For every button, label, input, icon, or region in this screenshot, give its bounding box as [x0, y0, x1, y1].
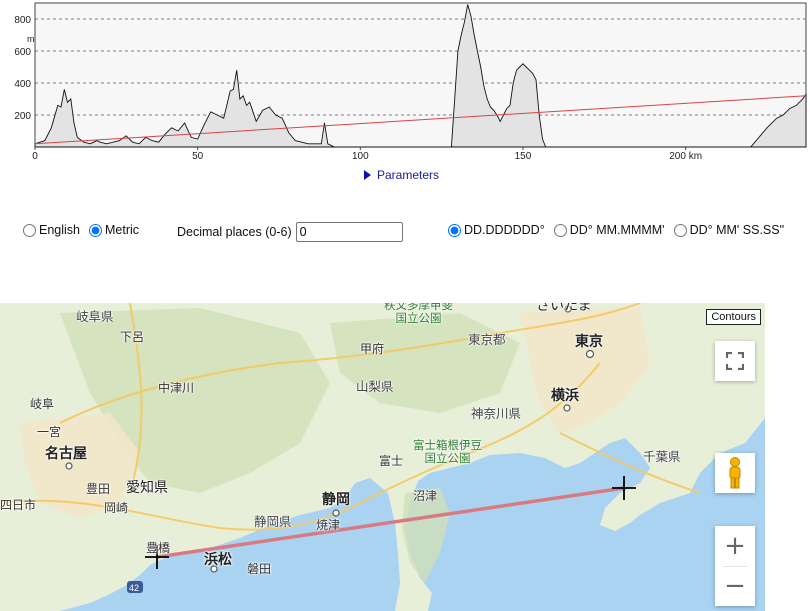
- unit-options: English Metric: [23, 223, 148, 237]
- label-shimoro: 下呂: [120, 330, 145, 344]
- route-number: 42: [129, 583, 139, 593]
- english-label: English: [39, 223, 80, 237]
- parameters-toggle[interactable]: Parameters: [364, 167, 439, 183]
- label-fuji-hakone-park: 富士箱根伊豆 国立公園: [413, 440, 482, 466]
- english-radio[interactable]: [23, 223, 36, 237]
- label-shizuoka: 静岡: [322, 491, 350, 507]
- label-toyohashi: 豊橋: [146, 541, 171, 555]
- format-ddmm-radio[interactable]: [553, 223, 567, 237]
- coord-format-options: DD.DDDDDD° DD° MM.MMMM' DD° MM' SS.SS": [448, 223, 793, 237]
- label-tokyo-pref: 東京都: [468, 333, 506, 347]
- label-yokkaichi: 四日市: [0, 498, 37, 512]
- label-ichinomiya: 一宮: [37, 425, 62, 439]
- elevation-profile-chart: 200 400 600 800 0 50 100 150 200 km m: [14, 2, 807, 162]
- chichibu-park-text: 秩父多摩甲斐 国立公園: [384, 303, 453, 325]
- label-iwata: 磐田: [247, 562, 272, 576]
- format-ddmmss-option[interactable]: DD° MM' SS.SS": [673, 223, 785, 237]
- format-ddmm-label: DD° MM.MMMM': [569, 223, 665, 237]
- map-view[interactable]: 42 岐阜県 下呂 中津川 岐阜 一宮 名古屋 愛知県 豊田 岡崎 四日市 豊橋…: [0, 303, 765, 611]
- label-yokohama: 横浜: [551, 387, 579, 403]
- label-tokyo: 東京: [575, 333, 603, 349]
- y-tick-label: 200: [14, 111, 31, 122]
- metric-radio[interactable]: [89, 223, 102, 237]
- x-tick-label: 100: [352, 151, 369, 162]
- y-unit-label: m: [27, 34, 35, 44]
- label-aichi-pref: 愛知県: [126, 479, 168, 495]
- metric-label: Metric: [105, 223, 140, 237]
- y-tick-label: 400: [14, 79, 31, 90]
- minus-icon: −: [724, 571, 746, 601]
- format-ddmmss-radio[interactable]: [673, 223, 687, 237]
- label-gifu-pref: 岐阜県: [76, 310, 114, 324]
- y-tick-label: 800: [14, 15, 31, 26]
- label-chiba-pref: 千葉県: [643, 450, 681, 464]
- decimal-places: Decimal places (0-6): [177, 222, 403, 242]
- x-tick-label: 0: [32, 151, 38, 162]
- street-view-button[interactable]: [715, 453, 755, 493]
- label-kofu: 甲府: [360, 342, 385, 356]
- contours-button[interactable]: Contours: [706, 309, 761, 325]
- fullscreen-button[interactable]: [715, 341, 755, 381]
- label-saitama: さいたま: [536, 303, 592, 313]
- format-ddmm-option[interactable]: DD° MM.MMMM': [553, 223, 665, 237]
- x-tick-label: 150: [515, 151, 532, 162]
- zoom-out-button[interactable]: −: [715, 566, 755, 606]
- english-option[interactable]: English: [23, 223, 80, 237]
- label-kanagawa-pref: 神奈川県: [471, 407, 522, 421]
- label-shizuoka-pref: 静岡県: [254, 515, 292, 529]
- format-dd-label: DD.DDDDDD°: [464, 223, 545, 237]
- label-okazaki: 岡崎: [104, 501, 129, 515]
- y-tick-label: 600: [14, 47, 31, 58]
- metric-option[interactable]: Metric: [89, 223, 139, 237]
- fuji-park-text: 富士箱根伊豆 国立公園: [413, 440, 482, 465]
- plus-icon: +: [724, 531, 746, 561]
- zoom-controls: + −: [715, 526, 755, 606]
- label-nakatsugawa: 中津川: [158, 381, 195, 395]
- label-yaizu: 焼津: [316, 518, 341, 532]
- parameters-label: Parameters: [377, 168, 440, 182]
- x-tick-label: 200 km: [669, 151, 702, 162]
- expand-triangle-icon: [364, 170, 371, 180]
- fullscreen-icon: [726, 352, 744, 370]
- label-chichibu-park: 秩父多摩甲斐 国立公園: [384, 303, 453, 326]
- zoom-in-button[interactable]: +: [715, 526, 755, 566]
- format-ddmmss-label: DD° MM' SS.SS": [689, 223, 785, 237]
- label-numazu: 沼津: [413, 489, 438, 503]
- chart-frame: [34, 2, 807, 148]
- format-dd-radio[interactable]: [448, 223, 461, 237]
- label-nagoya: 名古屋: [45, 445, 87, 461]
- format-dd-option[interactable]: DD.DDDDDD°: [448, 223, 545, 237]
- label-toyota: 豊田: [86, 482, 111, 496]
- zoom-divider: [723, 566, 747, 567]
- label-fuji: 富士: [379, 454, 404, 468]
- label-yamanashi-pref: 山梨県: [356, 380, 394, 394]
- label-hamamatsu: 浜松: [204, 551, 232, 567]
- pegman-icon: [729, 457, 741, 489]
- x-tick-label: 50: [192, 151, 204, 162]
- decimal-places-input[interactable]: [295, 222, 403, 242]
- label-gifu-city: 岐阜: [30, 397, 55, 411]
- decimal-label: Decimal places (0-6): [177, 225, 292, 239]
